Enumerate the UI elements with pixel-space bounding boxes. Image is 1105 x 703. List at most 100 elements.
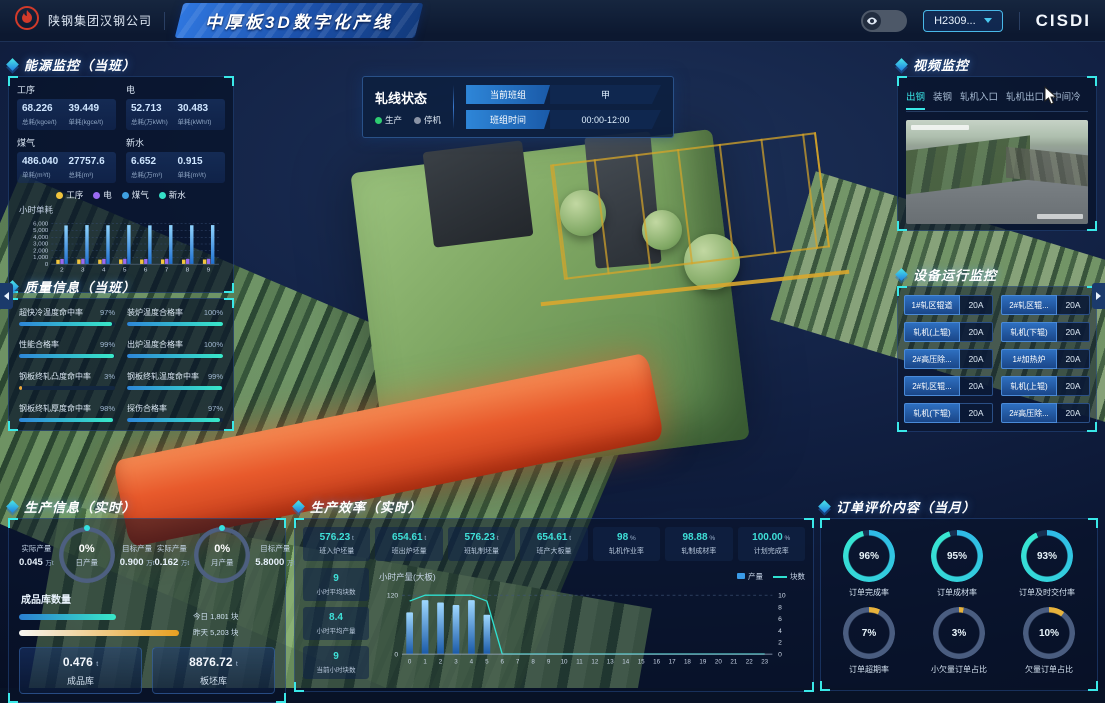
svg-text:0: 0 — [45, 262, 48, 267]
chart-legend-item: 产量 — [737, 571, 763, 582]
svg-text:1: 1 — [423, 658, 427, 665]
legend-item: 生产 — [375, 114, 402, 126]
device-chip[interactable]: 2#轧区辊...20A — [904, 376, 993, 396]
quality-label-row: 性能合格率99% — [19, 339, 115, 350]
order-donut: 95% — [931, 530, 983, 582]
target-label: 目标产量 — [255, 543, 295, 554]
video-tab-轧机入口[interactable]: 轧机入口 — [960, 89, 998, 105]
energy-metric: 30.483单耗(kWh/t) — [178, 103, 221, 126]
efficiency-stat-card: 654.61 t班出炉坯量 — [375, 527, 442, 561]
svg-text:13: 13 — [607, 658, 615, 665]
device-chip[interactable]: 轧机(上辊)20A — [904, 322, 993, 342]
device-chip[interactable]: 1#轧区辊道20A — [904, 295, 993, 315]
energy-group: 电52.713总耗(万kWh)30.483单耗(kWh/t) — [126, 83, 225, 130]
stat-label: 轧制成材率 — [666, 546, 731, 556]
daily-progress-ring: 0% 日产量 — [59, 527, 115, 583]
yesterday-stock-bar: 昨天 5,203 块 — [19, 627, 275, 638]
stat-value: 98.88 % — [666, 532, 731, 543]
panel-title: 订单评价内容（当月） — [836, 497, 976, 516]
visibility-toggle[interactable] — [861, 10, 907, 32]
svg-text:3: 3 — [454, 658, 458, 665]
today-bar-fill — [19, 614, 116, 620]
legend-dot — [375, 117, 382, 124]
device-chip[interactable]: 1#加热炉20A — [1001, 349, 1090, 369]
actual-value: 0.045 — [19, 557, 43, 568]
energy-metric-value: 68.226 — [22, 103, 65, 114]
video-camera-tabs: 出钢装钢轧机入口轧机出口中间冷电加热 — [906, 83, 1088, 112]
daily-production-group: 实际产量 0.045 万t 0% 日产量 目标产量 0.900 万t — [19, 527, 154, 583]
device-current-value: 20A — [1057, 376, 1090, 396]
energy-metric-value: 0.915 — [178, 156, 221, 167]
legend-item: 电 — [93, 189, 112, 201]
device-chip[interactable]: 轧机(上辊)20A — [1001, 376, 1090, 396]
quality-bar-fill — [127, 354, 223, 358]
energy-metric-value: 6.652 — [131, 156, 174, 167]
stock-unit: t — [96, 661, 98, 668]
video-tab-装钢[interactable]: 装钢 — [933, 89, 952, 105]
cctv-video-thumbnail[interactable] — [906, 120, 1088, 224]
device-label: 2#高压除... — [904, 349, 960, 369]
quality-item: 探伤合格率97% — [127, 403, 223, 422]
device-label: 2#高压除... — [1001, 403, 1057, 423]
svg-text:5: 5 — [485, 658, 489, 665]
energy-group-card: 6.652 总耗(万m³) 0.915单耗(m³/t) — [126, 152, 225, 183]
view-select-dropdown[interactable]: H2309... — [923, 10, 1003, 32]
target-unit: 万t — [146, 560, 154, 567]
actual-value: 0.162 — [154, 557, 178, 568]
svg-text:0: 0 — [408, 658, 412, 665]
energy-metric: 0.915单耗(m³/t) — [178, 156, 221, 179]
quality-bar-fill — [19, 322, 112, 326]
quality-label: 性能合格率 — [19, 339, 59, 350]
energy-metric-unit: 总耗(万m³) — [131, 169, 174, 179]
video-tab-中间冷[interactable]: 中间冷 — [1052, 89, 1081, 105]
page-title-banner: 中厚板3D数字化产线 — [175, 3, 423, 38]
energy-metric-unit: 单耗(kWh/t) — [178, 116, 221, 126]
energy-metric-unit: 总耗(万kWh) — [131, 116, 174, 126]
device-current-value: 20A — [1057, 295, 1090, 315]
panel-title: 设备运行监控 — [913, 265, 997, 284]
device-label: 2#轧区辊... — [1001, 295, 1057, 315]
quality-label-row: 出炉温度合格率100% — [127, 339, 223, 350]
energy-metric-value: 39.449 — [69, 103, 112, 114]
device-chip[interactable]: 2#轧区辊...20A — [1001, 295, 1090, 315]
efficiency-stat-card: 98.88 % 轧制成材率 — [665, 527, 732, 561]
device-chip[interactable]: 2#高压除...20A — [1001, 403, 1090, 423]
stat-unit: % — [708, 535, 716, 542]
energy-group: 煤气486.040单耗(m³/t)27757.6总耗(m³) — [17, 136, 116, 183]
quality-item: 钢板终轧厚度命中率98% — [19, 403, 115, 422]
device-chip[interactable]: 轧机(下辊)20A — [1001, 322, 1090, 342]
device-current-value: 20A — [1057, 349, 1090, 369]
collapse-right-panel-button[interactable] — [1092, 283, 1105, 309]
quality-bar-track — [19, 386, 115, 390]
side-stat-label: 小时平均块数 — [304, 586, 368, 596]
stat-value: 98 % — [594, 532, 659, 543]
efficiency-side-stats: 9小时平均块数8.4小时平均产量9当前小时块数 — [303, 568, 369, 683]
quality-item: 钢板终轧温度命中率99% — [127, 371, 223, 390]
video-tab-出钢[interactable]: 出钢 — [906, 89, 925, 105]
svg-text:10: 10 — [561, 658, 569, 665]
device-label: 1#加热炉 — [1001, 349, 1057, 369]
shift-time-value: 00:00-12:00 — [550, 110, 661, 129]
quality-label-row: 探伤合格率97% — [127, 403, 223, 414]
quality-label-row: 装炉温度合格率100% — [127, 307, 223, 318]
company-name: 陕钢集团汉钢公司 — [48, 12, 152, 29]
quality-bar-track — [127, 354, 223, 358]
svg-text:6: 6 — [778, 616, 782, 623]
donut-value: 7% — [862, 628, 876, 639]
target-value: 5.8000 — [255, 557, 284, 568]
order-evaluation-panel: 订单评价内容（当月） 96%订单完成率95%订单成材率93%订单及时交付率 7%… — [820, 496, 1098, 691]
hour-output-chart-legend: 产量块数 — [737, 571, 805, 582]
app-header: 陕钢集团汉钢公司 中厚板3D数字化产线 H2309... CISDI — [0, 0, 1105, 42]
video-tab-轧机出口[interactable]: 轧机出口 — [1006, 89, 1044, 105]
order-donut: 93% — [1021, 530, 1073, 582]
stock-label: 板坯库 — [153, 674, 274, 687]
stat-value: 654.61 t — [376, 532, 441, 543]
device-chip[interactable]: 2#高压除...20A — [904, 349, 993, 369]
donut-label: 订单成材率 — [931, 587, 983, 598]
device-chip[interactable]: 轧机(下辊)20A — [904, 403, 993, 423]
yesterday-bar-label: 昨天 5,203 块 — [193, 627, 238, 638]
quality-bar-fill — [19, 418, 113, 422]
svg-text:19: 19 — [699, 658, 707, 665]
efficiency-stat-card: 576.23 t班轧制坯量 — [448, 527, 515, 561]
collapse-left-panel-button[interactable] — [0, 283, 13, 309]
